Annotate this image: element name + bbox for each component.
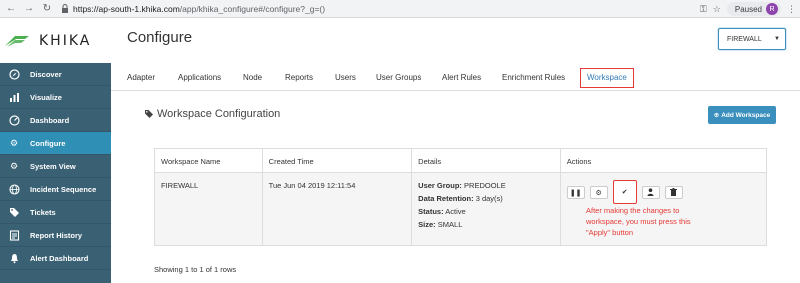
gears-icon: ⚙ bbox=[9, 160, 19, 171]
sidebar-item-visualize[interactable]: Visualize bbox=[0, 86, 111, 109]
detail-value: PREDOOLE bbox=[464, 181, 506, 190]
workspace-select[interactable]: FIREWALL ▼ bbox=[718, 28, 786, 50]
browser-toolbar: ← → ↻ https://ap-south-1.khika.com/app/k… bbox=[0, 0, 800, 18]
table-header: Workspace Name Created Time Details Acti… bbox=[155, 149, 766, 173]
add-workspace-button[interactable]: ⊕ Add Workspace bbox=[708, 106, 776, 124]
bell-icon bbox=[8, 252, 20, 264]
bar-chart-icon bbox=[8, 91, 20, 103]
user-button[interactable] bbox=[641, 186, 660, 199]
sidebar-item-label: Report History bbox=[30, 230, 83, 240]
section-title: Workspace Configuration bbox=[144, 108, 280, 120]
tab-applications[interactable]: Applications bbox=[178, 73, 221, 82]
logo-text: KHIKA bbox=[39, 33, 92, 49]
pagination-info: Showing 1 to 1 of 1 rows bbox=[154, 265, 237, 274]
delete-button[interactable] bbox=[664, 186, 683, 199]
sidebar-item-label: Alert Dashboard bbox=[30, 253, 89, 263]
plus-circle-icon: ⊕ bbox=[713, 112, 720, 119]
menu-kebab-icon[interactable]: ⋮ bbox=[787, 4, 796, 15]
dashboard-icon bbox=[8, 114, 20, 126]
gear-icon: ⚙ bbox=[9, 137, 19, 148]
sidebar-item-configure[interactable]: ⚙ Configure bbox=[0, 132, 111, 155]
column-header[interactable]: Created Time bbox=[263, 149, 413, 172]
globe-icon bbox=[8, 183, 20, 195]
reload-icon[interactable]: ↻ bbox=[40, 2, 54, 16]
lock-icon bbox=[60, 4, 70, 14]
url-path: /app/khika_configure#/configure?_g=() bbox=[179, 3, 326, 14]
details-cell: User Group: PREDOOLE Data Retention: 3 d… bbox=[412, 173, 561, 245]
page-title: Configure bbox=[127, 29, 193, 46]
column-header[interactable]: Workspace Name bbox=[155, 149, 263, 172]
detail-key: User Group: bbox=[418, 181, 462, 190]
detail-key: Size: bbox=[418, 220, 436, 229]
star-icon[interactable]: ☆ bbox=[713, 4, 721, 15]
tab-node[interactable]: Node bbox=[243, 73, 262, 82]
sidebar-item-tickets[interactable]: Tickets bbox=[0, 201, 111, 224]
tab-adapter[interactable]: Adapter bbox=[127, 73, 155, 82]
user-icon bbox=[647, 187, 654, 198]
sidebar-item-system-view[interactable]: ⚙ System View bbox=[0, 155, 111, 178]
add-workspace-label: Add Workspace bbox=[721, 111, 771, 119]
tab-alert-rules[interactable]: Alert Rules bbox=[442, 73, 481, 82]
section-title-text: Workspace Configuration bbox=[157, 108, 281, 120]
pause-icon: ❚❚ bbox=[569, 189, 582, 197]
khika-logo-icon bbox=[5, 36, 29, 47]
created-time-cell: Tue Jun 04 2019 12:11:54 bbox=[263, 173, 413, 245]
tag-icon bbox=[144, 109, 154, 119]
sidebar-item-label: Incident Sequence bbox=[30, 184, 97, 194]
check-icon: ✔ bbox=[621, 189, 628, 196]
sidebar-item-dashboard[interactable]: Dashboard bbox=[0, 109, 111, 132]
tags-icon bbox=[8, 206, 20, 218]
compass-icon bbox=[8, 68, 20, 80]
apply-button[interactable]: ✔ bbox=[612, 180, 637, 204]
sidebar-item-alert-dashboard[interactable]: Alert Dashboard bbox=[0, 247, 111, 270]
sidebar-item-report-history[interactable]: Report History bbox=[0, 224, 111, 247]
config-tabs: Adapter Applications Node Reports Users … bbox=[111, 65, 800, 91]
url-host: https://ap-south-1.khika.com bbox=[73, 3, 180, 14]
column-header[interactable]: Actions bbox=[561, 149, 766, 172]
tab-users[interactable]: Users bbox=[335, 73, 356, 82]
sidebar-item-incident-sequence[interactable]: Incident Sequence bbox=[0, 178, 111, 201]
key-icon[interactable]: ⚿ bbox=[700, 4, 707, 15]
sidebar: Discover Visualize Dashboard ⚙ Configure… bbox=[0, 63, 111, 283]
sidebar-item-label: Visualize bbox=[30, 92, 62, 102]
tab-reports[interactable]: Reports bbox=[285, 73, 313, 82]
workspace-select-value: FIREWALL bbox=[727, 35, 762, 43]
detail-value: SMALL bbox=[437, 220, 463, 229]
detail-key: Status: bbox=[418, 207, 444, 216]
back-icon[interactable]: ← bbox=[4, 2, 18, 16]
avatar: R bbox=[766, 3, 778, 15]
sidebar-item-label: Tickets bbox=[30, 207, 56, 217]
tab-user-groups[interactable]: User Groups bbox=[376, 73, 421, 82]
tab-workspace[interactable]: Workspace bbox=[580, 68, 634, 88]
sidebar-item-label: System View bbox=[30, 161, 76, 171]
trash-icon bbox=[670, 187, 678, 198]
forward-icon[interactable]: → bbox=[22, 2, 36, 16]
caret-down-icon: ▼ bbox=[774, 36, 780, 42]
address-bar[interactable]: https://ap-south-1.khika.com/app/khika_c… bbox=[60, 2, 710, 16]
pause-button[interactable]: ❚❚ bbox=[566, 186, 585, 199]
sync-paused-pill[interactable]: Paused R bbox=[726, 2, 781, 16]
gear-icon: ⚙ bbox=[595, 189, 602, 197]
detail-value: Active bbox=[445, 207, 466, 216]
column-header[interactable]: Details bbox=[412, 149, 561, 172]
sidebar-item-label: Dashboard bbox=[30, 115, 70, 125]
detail-key: Data Retention: bbox=[418, 194, 474, 203]
sidebar-item-label: Discover bbox=[30, 69, 62, 79]
paused-label: Paused bbox=[734, 4, 762, 14]
tab-enrichment-rules[interactable]: Enrichment Rules bbox=[502, 73, 565, 82]
sidebar-item-label: Configure bbox=[30, 138, 66, 148]
logo[interactable]: KHIKA bbox=[0, 19, 111, 63]
detail-value: 3 day(s) bbox=[475, 194, 503, 203]
apply-annotation: After making the changes to workspace, y… bbox=[586, 206, 691, 237]
sidebar-item-discover[interactable]: Discover bbox=[0, 63, 111, 86]
report-icon bbox=[8, 229, 20, 241]
workspace-name-cell: FIREWALL bbox=[155, 173, 263, 245]
settings-button[interactable]: ⚙ bbox=[589, 186, 608, 199]
